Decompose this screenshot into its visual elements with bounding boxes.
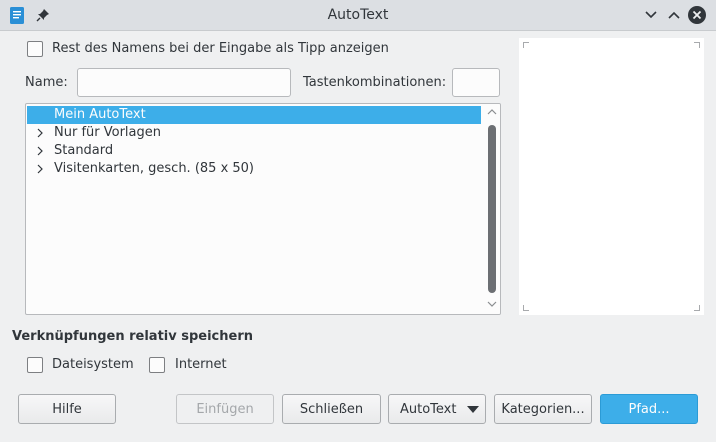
filesystem-checkbox[interactable] <box>27 357 43 373</box>
filesystem-label[interactable]: Dateisystem <box>52 357 134 372</box>
insert-button[interactable]: Einfügen <box>176 394 274 424</box>
dropdown-arrow-icon <box>467 406 479 413</box>
minimize-icon[interactable] <box>642 6 660 24</box>
maximize-icon[interactable] <box>665 6 683 24</box>
close-button[interactable]: Schließen <box>282 394 381 424</box>
help-button[interactable]: Hilfe <box>18 394 116 424</box>
chevron-right-icon[interactable] <box>35 162 45 176</box>
tree-scrollbar[interactable] <box>484 104 500 314</box>
tip-checkbox-label[interactable]: Rest des Namens bei der Eingabe als Tipp… <box>52 41 389 56</box>
tree-item[interactable]: Visitenkarten, gesch. (85 x 50) <box>27 160 481 178</box>
internet-label[interactable]: Internet <box>175 357 227 372</box>
shortcut-label: Tastenkombinationen: <box>303 75 447 90</box>
tree-item[interactable]: Mein AutoText <box>27 106 481 124</box>
shortcut-input[interactable] <box>452 68 500 97</box>
chevron-right-icon[interactable] <box>35 126 45 140</box>
preview-corner <box>694 305 700 311</box>
title-bar: AutoText <box>0 0 716 31</box>
name-label: Name: <box>25 75 68 90</box>
window-title: AutoText <box>327 7 389 23</box>
tree-item-label: Visitenkarten, gesch. (85 x 50) <box>54 161 255 176</box>
tree-item[interactable]: Standard <box>27 142 481 160</box>
scroll-down-icon[interactable] <box>487 299 497 309</box>
tree-item-label: Nur für Vorlagen <box>54 125 161 140</box>
scroll-thumb[interactable] <box>488 125 496 293</box>
categories-button[interactable]: Kategorien... <box>494 394 592 424</box>
preview-panel <box>519 38 704 315</box>
tree-item-label: Standard <box>54 143 114 158</box>
autotext-tree[interactable]: Mein AutoText Nur für Vorlagen Standard … <box>25 103 501 315</box>
close-icon[interactable] <box>688 6 706 24</box>
name-input[interactable] <box>77 68 291 97</box>
preview-corner <box>523 305 529 311</box>
tree-item-label: Mein AutoText <box>54 107 146 122</box>
internet-checkbox[interactable] <box>149 357 165 373</box>
tree-item[interactable]: Nur für Vorlagen <box>27 124 481 142</box>
autotext-menu-button[interactable]: AutoText <box>388 394 486 424</box>
preview-corner <box>523 42 529 48</box>
tip-checkbox[interactable] <box>27 41 43 57</box>
autotext-menu-label: AutoText <box>400 402 457 417</box>
preview-corner <box>694 42 700 48</box>
relative-section-title: Verknüpfungen relativ speichern <box>12 329 253 344</box>
scroll-up-icon[interactable] <box>487 107 497 117</box>
path-button[interactable]: Pfad... <box>600 394 698 424</box>
chevron-right-icon[interactable] <box>35 144 45 158</box>
